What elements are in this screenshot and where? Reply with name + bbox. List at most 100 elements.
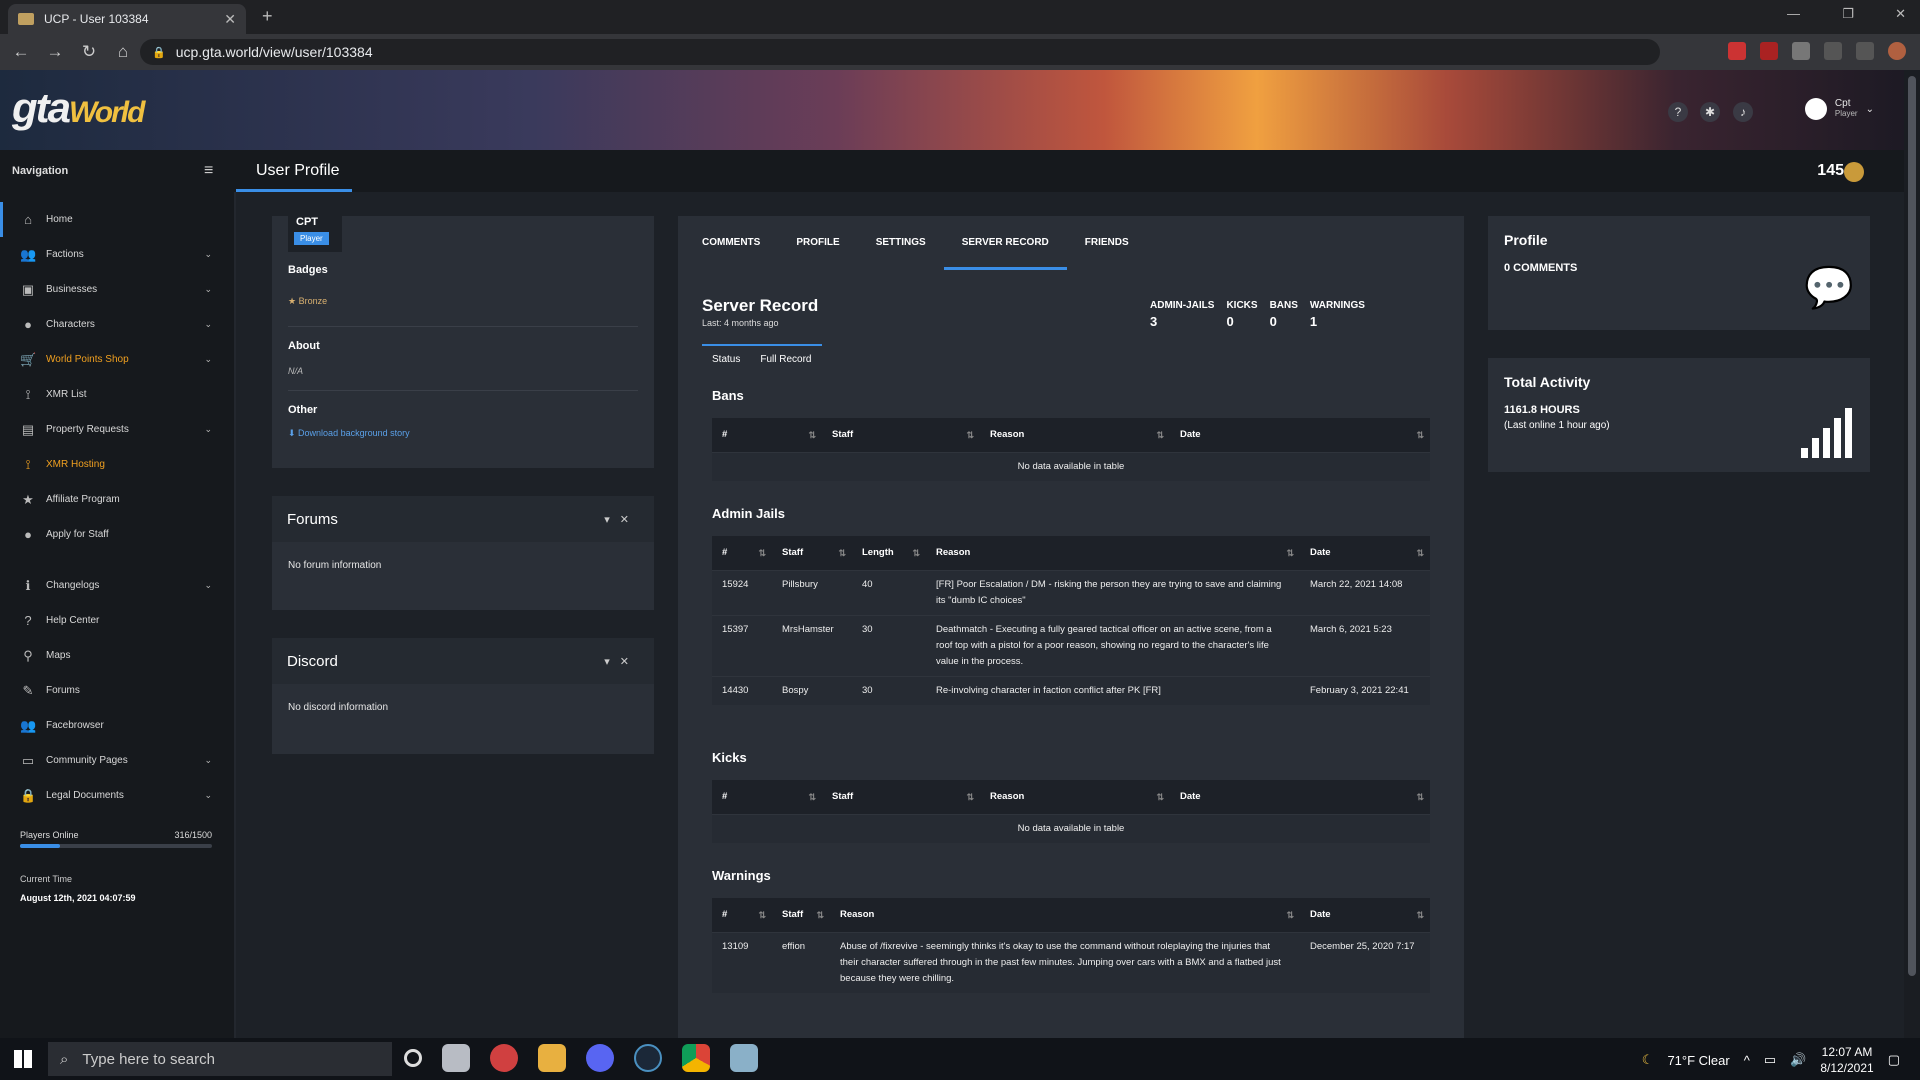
section-subtitle: Last: 4 months ago [702, 318, 779, 328]
reload-icon[interactable]: ↻ [76, 42, 102, 62]
chevron-down-icon: ⌄ [204, 319, 212, 329]
site-logo[interactable]: gtaWorld [12, 84, 145, 132]
info-icon: ℹ [25, 577, 31, 593]
extension-icon[interactable] [1728, 42, 1746, 60]
notifications-icon[interactable]: ▢ [1888, 1052, 1900, 1068]
sidebar-item-xmr-list[interactable]: ⟟ XMR List [0, 377, 234, 412]
tab-friends[interactable]: FRIENDS [1067, 216, 1147, 270]
sidebar-item-legal-documents[interactable]: 🔒 Legal Documents ⌄ [0, 778, 234, 813]
moon-icon: ☾ [1641, 1052, 1654, 1067]
url-input[interactable]: 🔒 ucp.gta.world/view/user/103384 [140, 39, 1660, 65]
sidebar-item-affiliate-program[interactable]: ★ Affiliate Program [0, 482, 234, 517]
cortana-icon[interactable] [404, 1049, 422, 1067]
sidebar-item-xmr-hosting[interactable]: ⟟ XMR Hosting [0, 447, 234, 482]
profile-avatar-icon[interactable] [1888, 42, 1906, 60]
sidebar-item-characters[interactable]: ● Characters ⌄ [0, 307, 234, 342]
media-icon[interactable] [1856, 42, 1874, 60]
page-title-underline [236, 189, 352, 192]
app-icon[interactable] [490, 1044, 518, 1072]
antenna-icon: ⟟ [25, 386, 31, 402]
forward-icon[interactable]: → [42, 42, 68, 62]
current-time-value: August 12th, 2021 04:07:59 [20, 893, 136, 903]
taskbar-search-input[interactable]: ⌕ Type here to search [48, 1042, 392, 1076]
profile-card: CPT Player Badges ★ Bronze About N/A Oth… [272, 206, 654, 468]
panel-controls[interactable]: ▾✕ [604, 655, 639, 668]
comments-icon: 💬 [1804, 266, 1854, 310]
sidebar-item-businesses[interactable]: ▣ Businesses ⌄ [0, 272, 234, 307]
sidebar-item-factions[interactable]: 👥 Factions ⌄ [0, 237, 234, 272]
volume-icon[interactable]: 🔊 [1790, 1052, 1806, 1068]
weather-text[interactable]: 71°F Clear [1667, 1053, 1729, 1068]
current-time: Current Time August 12th, 2021 04:07:59 [20, 874, 136, 903]
sidebar-item-home[interactable]: ⌂ Home [0, 202, 234, 237]
sidebar-item-property-requests[interactable]: ▤ Property Requests ⌄ [0, 412, 234, 447]
star-icon: ★ [22, 491, 34, 507]
sort-icon: ⇅ [1416, 430, 1424, 440]
settings-icon[interactable]: ✱ [1700, 102, 1720, 122]
sidebar-item-world-points-shop[interactable]: 🛒 World Points Shop ⌄ [0, 342, 234, 377]
user-menu[interactable]: Cpt Player ⌄ [1804, 98, 1874, 120]
sidebar-item-changelogs[interactable]: ℹ Changelogs ⌄ [0, 568, 234, 603]
app-icon[interactable] [730, 1044, 758, 1072]
stat-kicks: KICKS 0 [1226, 300, 1258, 329]
stat-admin-jails: ADMIN-JAILS 3 [1150, 300, 1215, 329]
discord-icon[interactable] [586, 1044, 614, 1072]
sidebar-item-help-center[interactable]: ? Help Center [0, 603, 234, 638]
coin-icon [1844, 162, 1864, 182]
admin-jails-table: # ⇅ Staff ⇅ Length ⇅ Reason ⇅ Date ⇅ 15924 Pillsbu… [712, 536, 1430, 705]
puzzle-icon[interactable] [1824, 42, 1842, 60]
sidebar-item-maps[interactable]: ⚲ Maps [0, 638, 234, 673]
windows-start-icon[interactable] [14, 1050, 32, 1068]
table-row: 15924 Pillsbury 40 [FR] Poor Escalation / D… [712, 569, 1430, 615]
coin-count: 145 [1817, 162, 1844, 179]
menu-icon[interactable]: ≡ [204, 162, 213, 180]
tab-server-record[interactable]: SERVER RECORD [943, 216, 1067, 270]
sidebar-item-community-pages[interactable]: ▭ Community Pages ⌄ [0, 743, 234, 778]
bans-heading: Bans [712, 388, 744, 403]
sidebar-item-forums[interactable]: ✎ Forums [0, 673, 234, 708]
sidebar: ⌂ Home 👥 Factions ⌄ ▣ Businesses ⌄ ● Character… [0, 192, 236, 1038]
file-explorer-icon[interactable] [538, 1044, 566, 1072]
panel-controls[interactable]: ▾✕ [604, 513, 639, 526]
sidebar-item-apply-for-staff[interactable]: ● Apply for Staff [0, 517, 234, 552]
close-tab-icon[interactable]: ✕ [224, 11, 236, 28]
back-icon[interactable]: ← [8, 42, 34, 62]
network-icon[interactable]: ▭ [1764, 1052, 1776, 1068]
profile-name: CPT [296, 216, 318, 228]
subtab-full-record[interactable]: Full Record [750, 344, 822, 373]
help-icon[interactable]: ? [1668, 102, 1688, 122]
minimize-icon[interactable]: — [1787, 6, 1800, 21]
site-banner: gtaWorld ? ✱ ♪ Cpt Player ⌄ [0, 70, 1904, 150]
new-tab-icon[interactable]: + [262, 6, 273, 27]
chevron-up-icon[interactable]: ^ [1744, 1053, 1750, 1068]
tab-settings[interactable]: SETTINGS [858, 216, 944, 270]
avatar [1804, 98, 1827, 120]
warnings-heading: Warnings [712, 868, 771, 883]
ublock-icon[interactable] [1760, 42, 1778, 60]
users-icon: 👥 [20, 246, 37, 262]
sort-icon: ⇅ [966, 430, 974, 440]
restore-icon[interactable]: ❐ [1842, 6, 1854, 22]
tab-comments[interactable]: COMMENTS [684, 216, 778, 270]
chrome-icon[interactable] [682, 1044, 710, 1072]
bell-icon[interactable]: ♪ [1733, 102, 1753, 122]
extension-icon[interactable] [1792, 42, 1810, 60]
page-scrollbar[interactable] [1904, 70, 1920, 1038]
about-heading: About [288, 340, 320, 352]
steam-icon[interactable] [634, 1044, 662, 1072]
download-background-link[interactable]: ⬇ Download background story [288, 428, 410, 439]
home-browser-icon[interactable]: ⌂ [110, 42, 136, 62]
close-window-icon[interactable]: ✕ [1895, 6, 1906, 22]
map-pin-icon: ⚲ [23, 647, 33, 663]
forums-body: No forum information [288, 560, 382, 571]
briefcase-icon: ▣ [21, 281, 35, 297]
chevron-down-icon: ⌄ [204, 424, 212, 434]
subtab-status[interactable]: Status [702, 344, 751, 373]
taskbar-clock[interactable]: 12:07 AM 8/12/2021 [1820, 1044, 1873, 1076]
browser-tab[interactable]: UCP - User 103384 ✕ [8, 4, 246, 34]
app-icon[interactable] [442, 1044, 470, 1072]
discord-title: Discord [287, 652, 338, 670]
sidebar-item-facebrowser[interactable]: 👥 Facebrowser [0, 708, 234, 743]
top-nav: Navigation ≡ User Profile 145 [0, 150, 1904, 192]
tab-profile[interactable]: PROFILE [778, 216, 857, 270]
